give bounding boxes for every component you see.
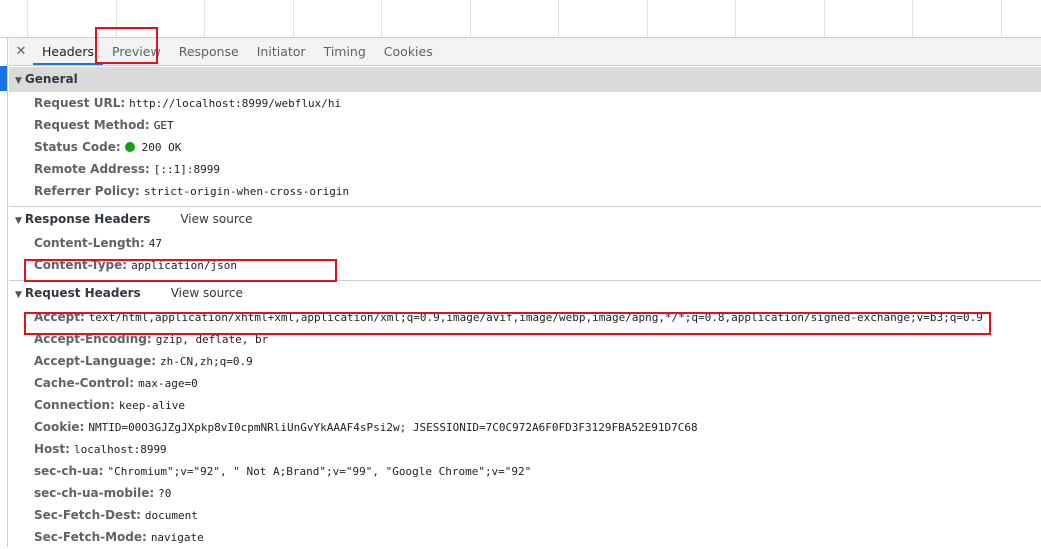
- view-source-link[interactable]: View source: [180, 212, 252, 226]
- section-title: General: [24, 72, 78, 86]
- header-key: Host:: [34, 442, 70, 456]
- tab-headers[interactable]: Headers: [33, 38, 104, 65]
- header-value: [::1]:8999: [153, 163, 221, 176]
- header-row: Remote Address: [::1]:8999: [9, 158, 1041, 180]
- header-value: localhost:8999: [73, 443, 167, 456]
- header-row: Cache-Control: max-age=0: [9, 372, 1041, 394]
- grid-line: [646, 0, 648, 37]
- header-value: GET: [153, 119, 174, 132]
- highlight-content-type: [24, 259, 337, 282]
- header-value: max-age=0: [138, 377, 198, 390]
- header-value: NMTID=00O3GJZgJXpkp8vI0cpmNRliUnGvYkAAAF…: [88, 421, 698, 434]
- section-title: Response Headers: [24, 212, 151, 226]
- header-value: document: [144, 509, 198, 522]
- grid-line: [469, 0, 471, 37]
- header-value: ?0: [158, 487, 172, 500]
- header-row: Content-Length: 47: [9, 232, 1041, 254]
- collapse-triangle-icon[interactable]: ▼: [15, 290, 22, 300]
- header-value: 200 OK: [141, 141, 182, 154]
- header-key: Cookie:: [34, 420, 85, 434]
- headers-panel: ▼ General Request URL: http://localhost:899…: [9, 67, 1041, 547]
- grid-line: [1000, 0, 1002, 37]
- header-key: Sec-Fetch-Dest:: [34, 508, 141, 522]
- highlight-preview-tab: [95, 27, 158, 64]
- header-row: Connection: keep-alive: [9, 394, 1041, 416]
- header-value: zh-CN,zh;q=0.9: [160, 355, 253, 368]
- header-key: Status Code:: [34, 140, 121, 154]
- header-value: "Chromium";v="92", " Not A;Brand";v="99"…: [107, 465, 532, 478]
- collapse-triangle-icon[interactable]: ▼: [15, 216, 22, 226]
- header-value: 47: [148, 237, 162, 250]
- detail-tabs: ✕ Headers Preview Response Initiator Tim…: [9, 38, 1041, 66]
- header-row: sec-ch-ua-mobile: ?0: [9, 482, 1041, 504]
- grid-line: [27, 0, 28, 37]
- status-ok-icon: [124, 142, 135, 152]
- tab-cookies[interactable]: Cookies: [375, 38, 442, 65]
- grid-line: [558, 0, 559, 37]
- header-key: Sec-Fetch-Mode:: [34, 530, 147, 544]
- header-row: Referrer Policy: strict-origin-when-cross…: [9, 180, 1041, 202]
- grid-line: [204, 0, 205, 37]
- header-row: sec-ch-ua: "Chromium";v="92", " Not A;Bra…: [9, 460, 1041, 482]
- header-row: Accept-Language: zh-CN,zh;q=0.9: [9, 350, 1041, 372]
- header-key: Content-Length:: [34, 236, 145, 250]
- tab-initiator[interactable]: Initiator: [248, 38, 315, 65]
- header-key: Cache-Control:: [34, 376, 135, 390]
- header-row: Request Method: GET: [9, 114, 1041, 136]
- header-key: Remote Address:: [34, 162, 150, 176]
- request-list-pane[interactable]: [0, 38, 8, 547]
- header-row: Cookie: NMTID=00O3GJZgJXpkp8vI0cpmNRliUnG…: [9, 416, 1041, 438]
- header-key: Request URL:: [34, 96, 126, 110]
- tab-timing[interactable]: Timing: [315, 38, 375, 65]
- header-key: sec-ch-ua-mobile:: [34, 486, 155, 500]
- header-value: keep-alive: [118, 399, 186, 412]
- grid-line: [735, 0, 736, 37]
- header-row: Request URL: http://localhost:8999/webflu…: [9, 92, 1041, 114]
- collapse-triangle-icon[interactable]: ▼: [15, 76, 22, 86]
- response-headers-header[interactable]: ▼ Response Headers View source: [9, 207, 1041, 232]
- view-source-link[interactable]: View source: [171, 286, 243, 300]
- header-row: Status Code: 200 OK: [9, 136, 1041, 158]
- header-row: Sec-Fetch-Dest: document: [9, 504, 1041, 526]
- header-key: Referrer Policy:: [34, 184, 140, 198]
- header-row: Sec-Fetch-Mode: navigate: [9, 526, 1041, 548]
- header-key: sec-ch-ua:: [34, 464, 104, 478]
- header-key: Connection:: [34, 398, 115, 412]
- section-title: Request Headers: [24, 286, 141, 300]
- header-value: strict-origin-when-cross-origin: [143, 185, 350, 198]
- tab-response[interactable]: Response: [170, 38, 248, 65]
- header-key: Accept-Language:: [34, 354, 157, 368]
- request-headers-header[interactable]: ▼ Request Headers View source: [9, 281, 1041, 306]
- grid-line: [381, 0, 382, 37]
- general-header[interactable]: ▼ General: [9, 67, 1041, 92]
- selected-request[interactable]: [0, 66, 7, 91]
- close-icon[interactable]: ✕: [9, 44, 33, 59]
- header-value: navigate: [150, 531, 204, 544]
- header-row: Host: localhost:8999: [9, 438, 1041, 460]
- grid-line: [912, 0, 913, 37]
- header-value: http://localhost:8999/webflux/hi: [129, 97, 342, 110]
- highlight-accept: [24, 312, 991, 335]
- grid-line: [292, 0, 294, 37]
- header-key: Request Method:: [34, 118, 150, 132]
- grid-line: [823, 0, 825, 37]
